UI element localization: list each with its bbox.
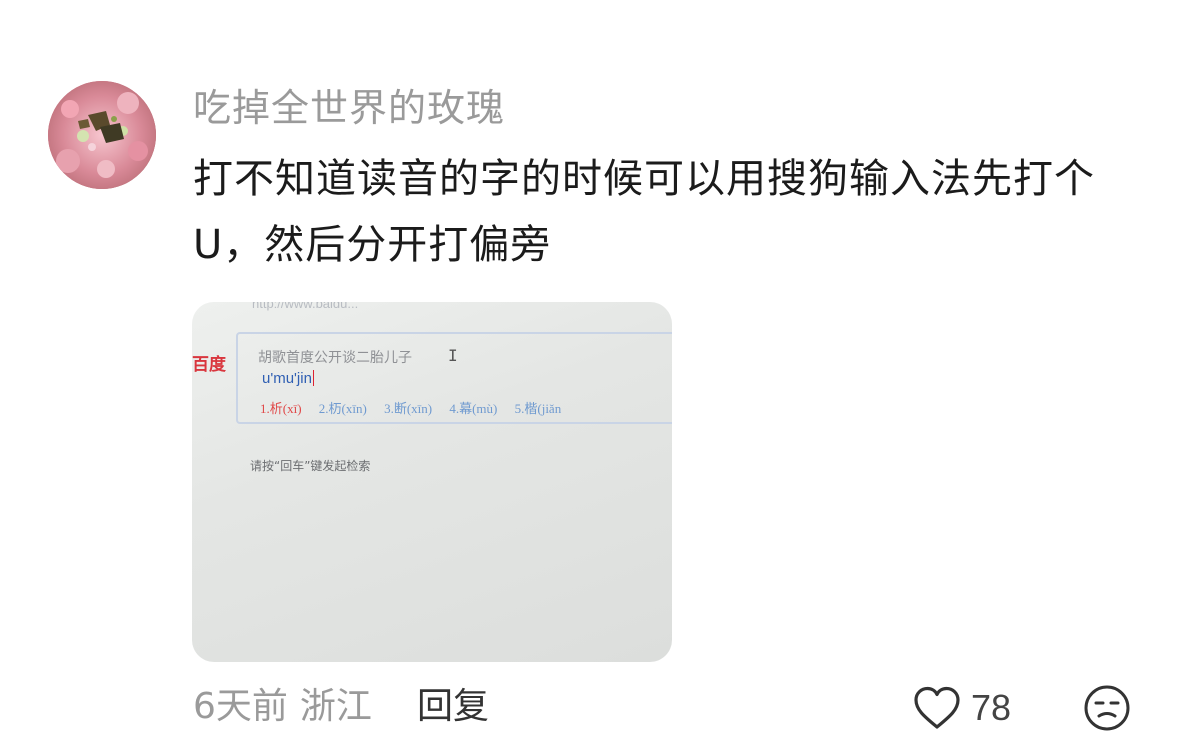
ime-candidate: 2.杤(xīn): [318, 401, 367, 416]
emoji-icon[interactable]: [1083, 684, 1131, 732]
like-count: 78: [971, 687, 1012, 728]
ime-candidate: 4.幕(mù): [449, 401, 498, 416]
search-query: 胡歌首度公开谈二胎儿子: [258, 350, 412, 366]
avatar[interactable]: [48, 81, 156, 189]
browser-url-bar: http://www.baidu...: [252, 302, 359, 311]
search-hint: 请按“回车”键发起检索: [250, 459, 371, 473]
ime-candidate: 1.析(xī): [260, 401, 302, 416]
ime-candidate: 3.断(xīn): [384, 401, 433, 416]
ime-input: u'mu'jin: [262, 370, 314, 387]
ime-candidate: 5.楷(jiǎn: [514, 401, 562, 416]
like-button[interactable]: 78: [913, 684, 1011, 732]
comment-image[interactable]: http://www.baidu... 百度 胡歌首度公开谈二胎儿子 I u'm…: [192, 302, 672, 662]
reply-button[interactable]: 回复: [417, 682, 489, 732]
baidu-logo: 百度: [192, 355, 226, 374]
comment-meta: 6天前 浙江: [193, 682, 372, 732]
avatar-image: [48, 81, 156, 189]
comment-item: 吃掉全世界的玫瑰 打不知道读音的字的时候可以用搜狗输入法先打个U，然后分开打偏旁…: [0, 0, 1179, 754]
comment-time: 6天前: [193, 686, 288, 727]
caret: [312, 370, 314, 386]
ime-input-text: u'mu'jin: [262, 370, 312, 387]
comment-location: 浙江: [299, 686, 372, 727]
text-cursor-icon: I: [448, 346, 458, 365]
comment-text: 打不知道读音的字的时候可以用搜狗输入法先打个U，然后分开打偏旁: [193, 156, 1095, 268]
heart-icon: [914, 686, 960, 729]
username[interactable]: 吃掉全世界的玫瑰: [193, 82, 505, 134]
ime-candidates: 1.析(xī) 2.杤(xīn) 3.断(xīn) 4.幕(mù) 5.楷(ji…: [260, 398, 575, 417]
